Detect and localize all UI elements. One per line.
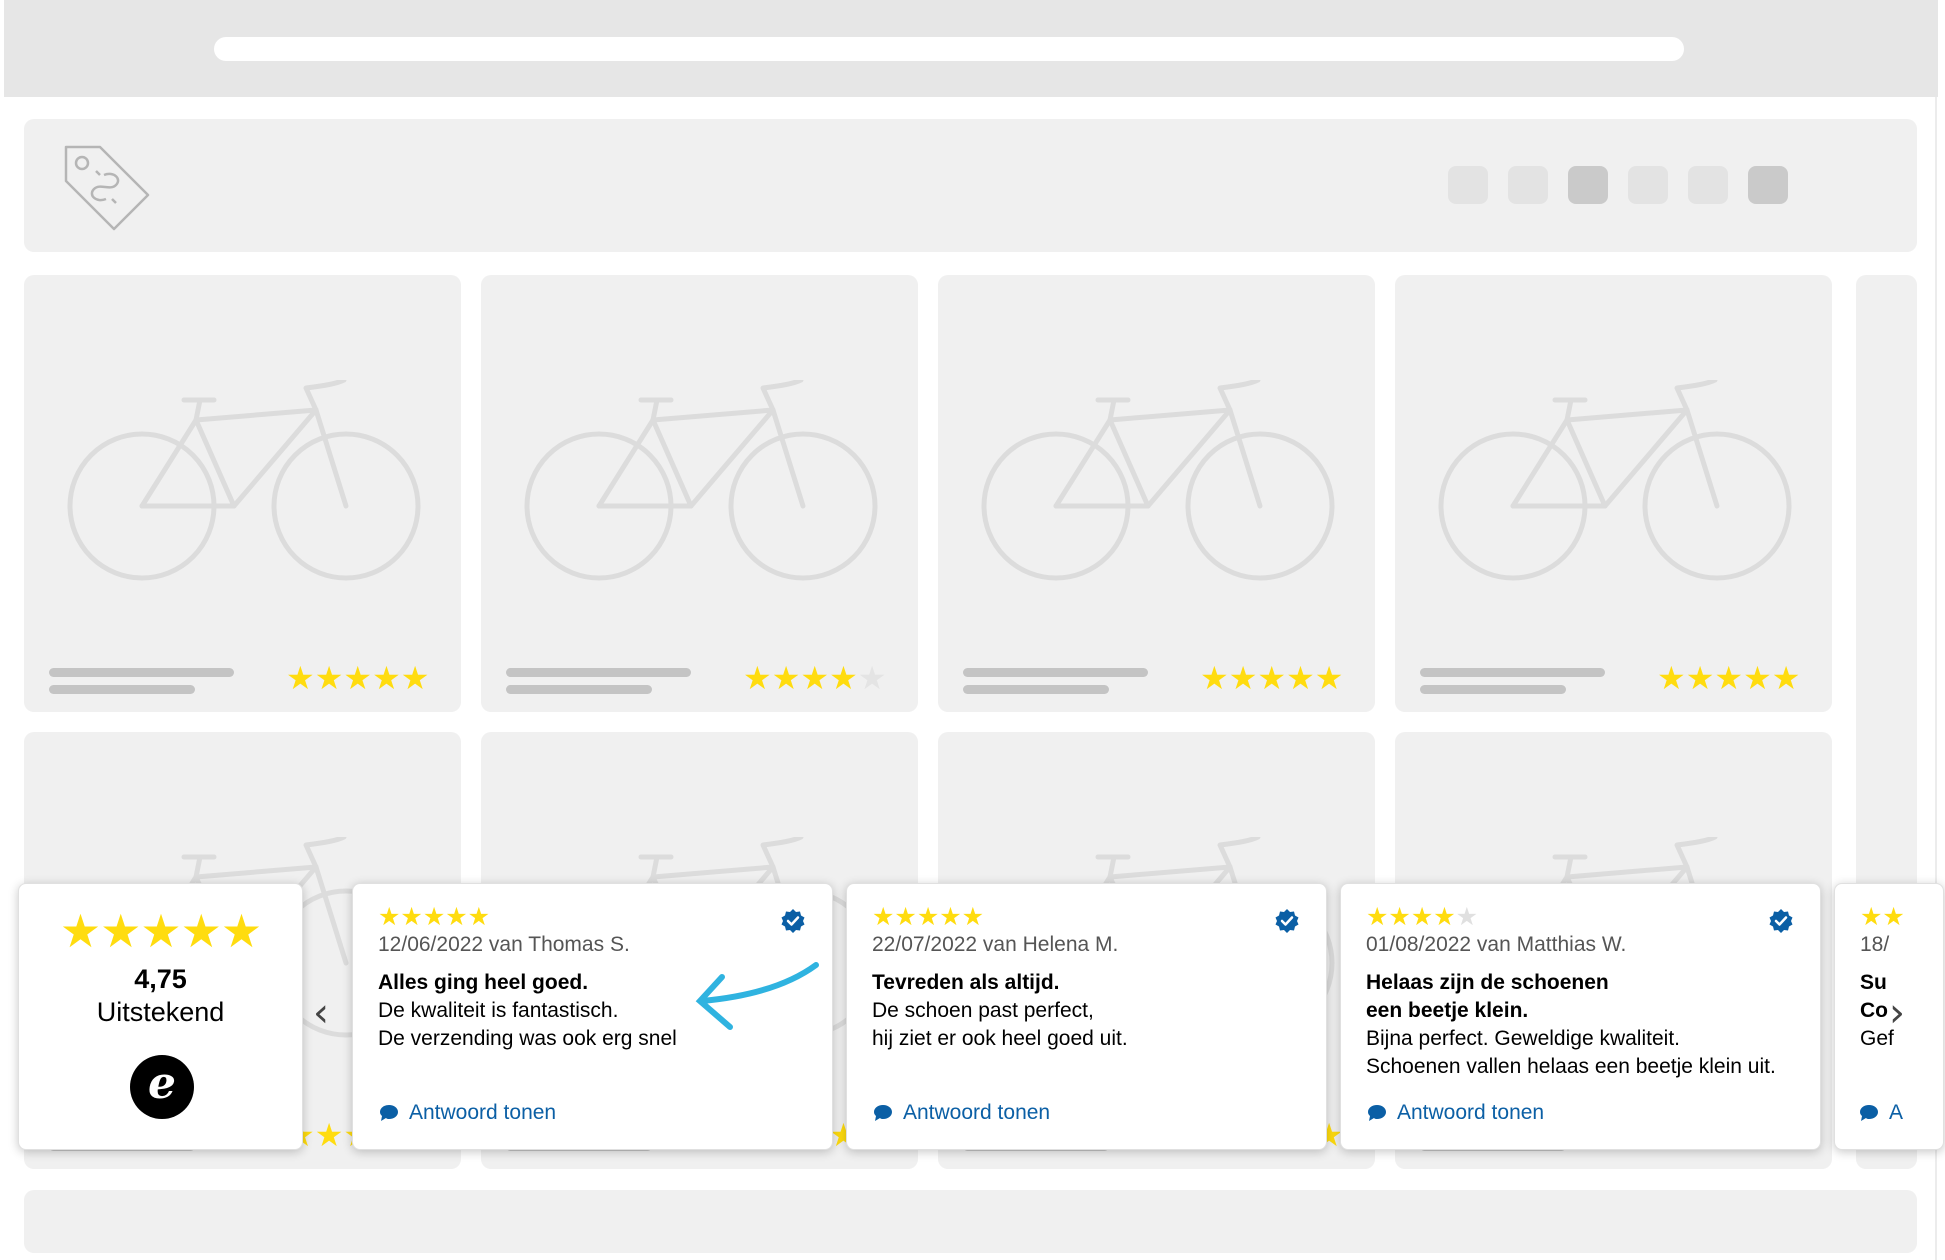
review-card[interactable]: ★★★★★ 22/07/2022 van Helena M. Tevreden al… [846, 883, 1327, 1150]
price-tag-icon[interactable] [60, 141, 156, 237]
nav-item[interactable] [1748, 166, 1788, 204]
header-nav [1448, 166, 1788, 204]
average-score: 4,75 [134, 964, 187, 994]
verified-badge-icon [1769, 909, 1793, 933]
chat-bubble-icon [380, 1105, 398, 1121]
rating-summary-card[interactable]: ★★★★★ 4,75 Uitstekend e [18, 883, 303, 1150]
trusted-shops-logo: e [130, 1055, 194, 1119]
product-rating-stars: ★★★★★ [743, 659, 887, 697]
product-card[interactable]: ★★★★★ [24, 275, 461, 712]
product-rating-stars: ★★★★★ [1200, 659, 1344, 697]
product-card[interactable]: ★★★★★ [481, 275, 918, 712]
review-stars: ★★★★★ [378, 902, 491, 931]
summary-stars: ★★★★★ [59, 904, 262, 958]
product-title-placeholder [1420, 668, 1605, 677]
product-price-placeholder [506, 685, 652, 694]
nav-item[interactable] [1568, 166, 1608, 204]
bike-image [67, 380, 421, 581]
product-title-placeholder [963, 668, 1148, 677]
show-reply-link[interactable]: Antwoord tonen [1367, 1101, 1544, 1125]
review-meta: 18/ [1860, 933, 1890, 956]
show-reply-link[interactable]: Antwoord tonen [379, 1101, 556, 1125]
product-price-placeholder [963, 685, 1109, 694]
carousel-prev-button[interactable]: ‹ [313, 993, 329, 1033]
product-price-placeholder [49, 685, 195, 694]
product-rating-stars: ★★★★★ [286, 659, 430, 697]
page-footer [24, 1190, 1917, 1253]
show-reply-label: Antwoord tonen [409, 1101, 557, 1124]
rating-grade: Uitstekend [96, 997, 225, 1027]
review-title: Helaas zijn de schoenen een beetje klein. [1366, 971, 1609, 1022]
product-card[interactable]: ★★★★★ [1395, 275, 1832, 712]
review-stars: ★★★★★ [872, 902, 985, 931]
show-reply-link[interactable]: Antwoord tonen [873, 1101, 1050, 1125]
review-meta: 22/07/2022 van Helena M. [872, 933, 1119, 956]
nav-item[interactable] [1628, 166, 1668, 204]
review-card[interactable]: ★★★★★ 01/08/2022 van Matthias W. Helaas zi… [1340, 883, 1821, 1150]
bike-image [981, 380, 1335, 581]
verified-badge-icon [1275, 909, 1299, 933]
chat-bubble-icon [1860, 1105, 1878, 1121]
browser-toolbar [4, 0, 1938, 97]
bike-image [1438, 380, 1792, 581]
chat-bubble-icon [874, 1105, 892, 1121]
review-meta: 12/06/2022 van Thomas S. [378, 933, 630, 956]
nav-item[interactable] [1688, 166, 1728, 204]
review-body: Bijna perfect. Geweldige kwaliteit. Schoe… [1366, 1027, 1776, 1078]
nav-item[interactable] [1448, 166, 1488, 204]
show-reply-label: Antwoord tonen [1397, 1101, 1545, 1124]
site-header [24, 119, 1917, 252]
review-title: Tevreden als altijd. [872, 971, 1060, 994]
review-body: De schoen past perfect, hij ziet er ook h… [872, 999, 1128, 1050]
show-reply-link[interactable]: A [1859, 1101, 1903, 1125]
review-meta: 01/08/2022 van Matthias W. [1366, 933, 1627, 956]
product-rating-stars: ★★★★★ [1657, 659, 1801, 697]
address-bar[interactable] [214, 37, 1684, 61]
review-stars: ★★★★★ [1366, 902, 1479, 931]
show-reply-label: Antwoord tonen [903, 1101, 1051, 1124]
nav-item[interactable] [1508, 166, 1548, 204]
chat-bubble-icon [1368, 1105, 1386, 1121]
verified-badge-icon [781, 909, 805, 933]
product-title-placeholder [506, 668, 691, 677]
product-card[interactable]: ★★★★★ [938, 275, 1375, 712]
review-stars: ★★ [1860, 902, 1905, 931]
product-price-placeholder [1420, 685, 1566, 694]
bike-image [524, 380, 878, 581]
product-title-placeholder [49, 668, 234, 677]
carousel-next-button[interactable]: › [1889, 993, 1905, 1033]
annotation-arrow [695, 962, 819, 1030]
